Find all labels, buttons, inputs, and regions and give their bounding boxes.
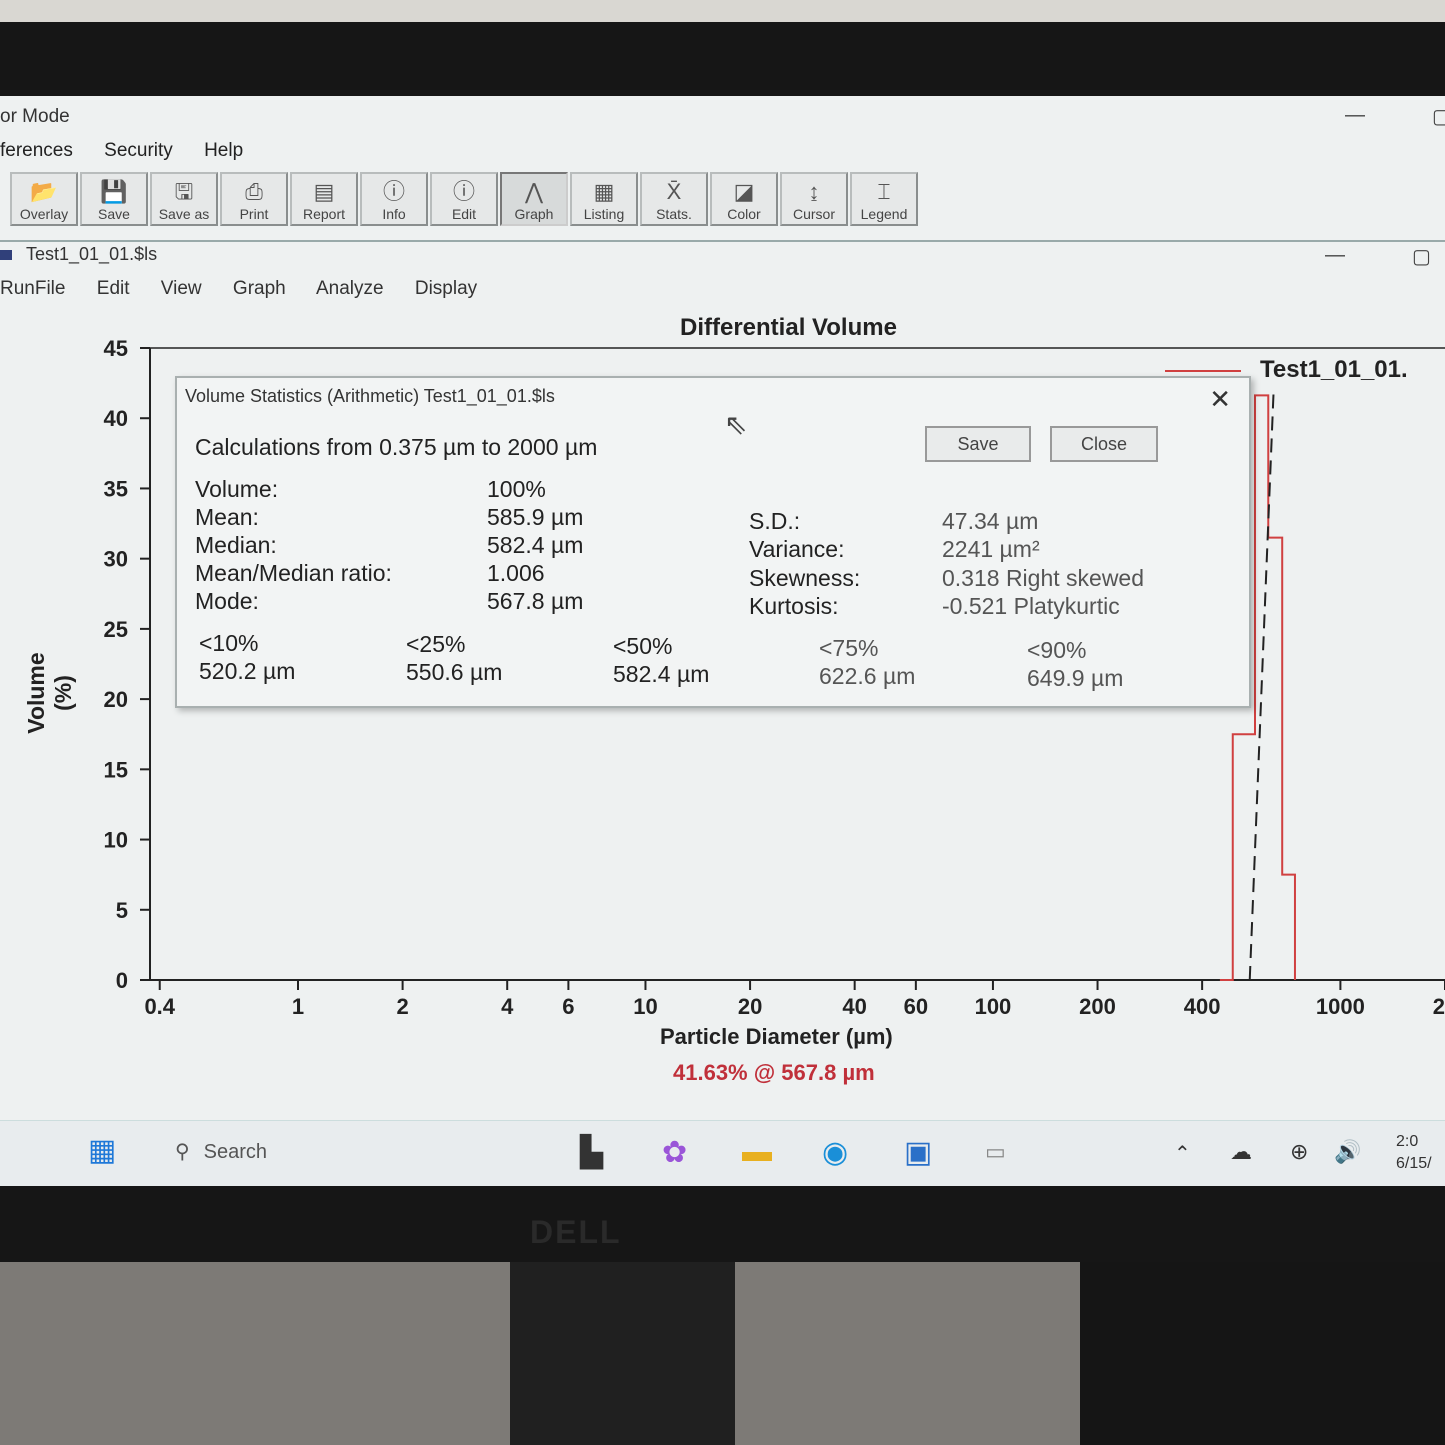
y-tick-label: 0: [116, 968, 128, 993]
percentile-label: <50%: [613, 633, 673, 659]
y-tick-label: 15: [104, 757, 128, 782]
edge-browser-icon[interactable]: ◉: [822, 1135, 848, 1170]
mean-marker-line: [1248, 387, 1275, 981]
percentile-label: <75%: [819, 635, 879, 661]
percentile-value: 622.6 µm: [819, 663, 916, 689]
stat-label: S.D.:: [749, 508, 801, 534]
x-tick-label: 0.4: [144, 994, 175, 1019]
x-tick-label: 40: [842, 994, 866, 1019]
desktop-pc: [1080, 1262, 1445, 1445]
chevron-up-icon[interactable]: ⌃: [1174, 1141, 1191, 1166]
y-tick-label: 40: [104, 406, 128, 431]
y-tick-label: 30: [104, 547, 128, 572]
network-icon[interactable]: ⊕: [1290, 1139, 1308, 1165]
x-tick-label: 6: [562, 994, 574, 1019]
y-tick-label: 5: [116, 898, 128, 923]
stat-label: Mean:: [195, 504, 259, 530]
percentile-label: <90%: [1027, 637, 1087, 663]
x-tick-label: 2: [396, 994, 408, 1019]
x-tick-label: 1000: [1316, 994, 1365, 1019]
percentile-label: <10%: [199, 630, 259, 656]
x-tick-label: 100: [975, 994, 1012, 1019]
copilot-icon[interactable]: ✿: [662, 1135, 687, 1170]
percentile-value: 520.2 µm: [199, 658, 296, 684]
monitor-logo: DELL: [530, 1214, 622, 1250]
close-icon[interactable]: ✕: [1209, 384, 1231, 415]
x-tick-label: 4: [501, 994, 514, 1019]
x-tick-label: 60: [904, 994, 928, 1019]
stat-value: 2241 µm²: [942, 536, 1040, 562]
file-explorer-icon[interactable]: ▬: [742, 1135, 772, 1169]
calculation-range: Calculations from 0.375 µm to 2000 µm: [195, 434, 598, 460]
stat-label: Median:: [195, 532, 277, 558]
taskbar-clock[interactable]: 2:0 6/15/: [1396, 1131, 1432, 1175]
percentile-label: <25%: [406, 631, 466, 657]
stat-label: Mode:: [195, 588, 259, 614]
mouse-pointer-icon: ⇖: [724, 409, 748, 440]
x-tick-label: 20: [1433, 994, 1445, 1019]
stat-label: Variance:: [749, 536, 845, 562]
search-icon: ⚲: [175, 1141, 190, 1163]
x-tick-label: 20: [738, 994, 762, 1019]
x-tick-label: 400: [1184, 994, 1221, 1019]
x-tick-label: 200: [1079, 994, 1116, 1019]
stat-value: 47.34 µm: [942, 508, 1039, 534]
screen: or Mode — ▢ ferences Security Help 📂 Over…: [0, 96, 1445, 1186]
stat-label: Skewness:: [749, 565, 861, 591]
stat-value: 0.318 Right skewed: [942, 565, 1145, 591]
stat-label: Volume:: [195, 476, 279, 502]
stat-value: 1.006: [487, 560, 545, 586]
y-tick-label: 35: [104, 476, 128, 501]
x-tick-label: 1: [292, 994, 304, 1019]
x-tick-label: 10: [633, 994, 657, 1019]
percentile-value: 550.6 µm: [406, 659, 503, 685]
cloud-offline-icon[interactable]: ☁: [1230, 1139, 1252, 1165]
legend-swatch: [1165, 370, 1241, 372]
taskbar: ▦ ⚲ Search ▙ ✿ ▬ ◉ ▣ ▭ ⌃ ☁ ⊕ 🔊 2:0 6/15/: [0, 1120, 1445, 1186]
monitor-stand: [510, 1262, 735, 1445]
y-tick-label: 45: [104, 336, 128, 361]
percentile-value: 582.4 µm: [613, 661, 710, 687]
volume-statistics-dialog: Volume Statistics (Arithmetic) Test1_01_…: [175, 376, 1251, 708]
stat-value: 585.9 µm: [487, 504, 584, 530]
volume-icon[interactable]: 🔊: [1334, 1139, 1361, 1165]
stat-value: 582.4 µm: [487, 532, 584, 558]
stat-label: Mean/Median ratio:: [195, 560, 392, 586]
stat-value: 100%: [487, 476, 546, 502]
legend-label: Test1_01_01.: [1260, 356, 1408, 383]
dialog-close-button[interactable]: Close: [1050, 426, 1158, 462]
stat-value: -0.521 Platykurtic: [942, 593, 1120, 619]
dialog-title: Volume Statistics (Arithmetic) Test1_01_…: [185, 386, 555, 406]
dialog-save-button[interactable]: Save: [925, 426, 1031, 462]
percentile-value: 649.9 µm: [1027, 665, 1124, 691]
taskbar-search[interactable]: ⚲ Search: [175, 1139, 267, 1164]
windows-start-icon[interactable]: ▦: [88, 1133, 116, 1168]
y-tick-label: 25: [104, 617, 128, 642]
store-icon[interactable]: ▣: [904, 1135, 932, 1170]
running-app-icon[interactable]: ▭: [985, 1139, 1006, 1165]
terminal-app-icon[interactable]: ▙: [580, 1135, 603, 1170]
y-tick-label: 20: [104, 687, 128, 712]
stat-value: 567.8 µm: [487, 588, 584, 614]
y-tick-label: 10: [104, 828, 128, 853]
stat-label: Kurtosis:: [749, 593, 839, 619]
